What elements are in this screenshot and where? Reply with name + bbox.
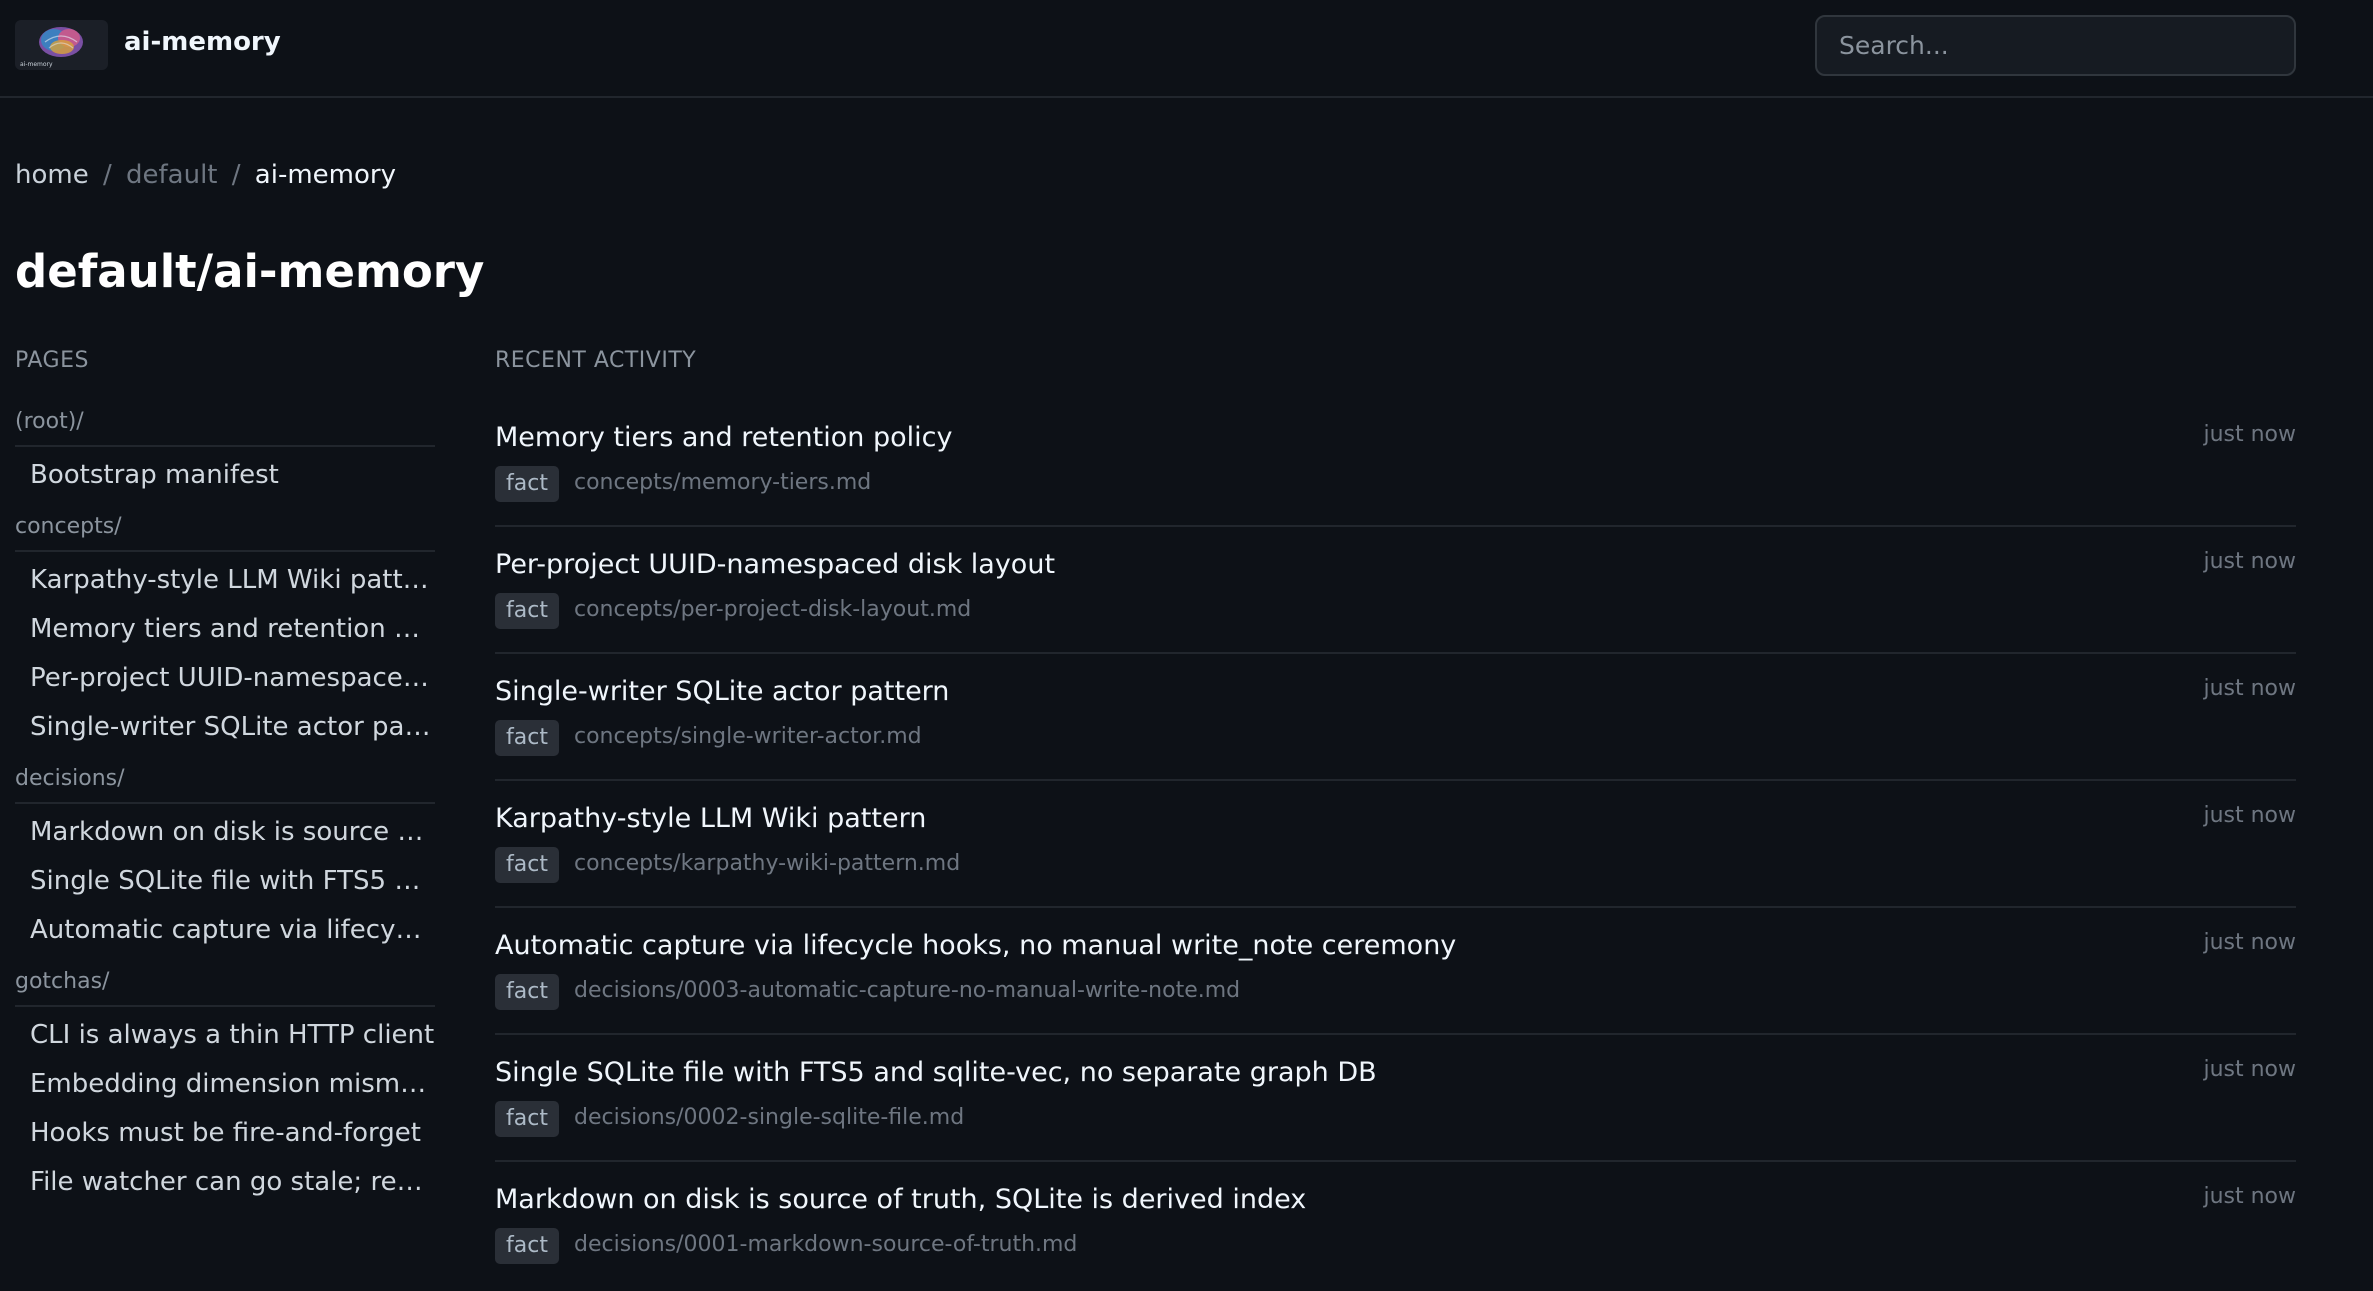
activity-item[interactable]: Markdown on disk is source of truth, SQL… bbox=[495, 1162, 2296, 1289]
activity-timestamp: just now bbox=[2203, 930, 2296, 955]
activity-title[interactable]: Per-project UUID-namespaced disk layout bbox=[495, 549, 1055, 580]
breadcrumb-current: ai-memory bbox=[254, 160, 396, 190]
activity-title[interactable]: Markdown on disk is source of truth, SQL… bbox=[495, 1184, 1306, 1215]
recent-activity-heading: RECENT ACTIVITY bbox=[495, 348, 697, 373]
page-link-file-watcher[interactable]: File watcher can go stale; reconcile bbox=[15, 1158, 435, 1207]
pages-heading: PAGES bbox=[15, 348, 89, 373]
type-badge: fact bbox=[495, 466, 559, 502]
page-link-single-sqlite[interactable]: Single SQLite file with FTS5 and sqlite-… bbox=[15, 857, 435, 906]
top-bar: ai-memory ai-memory bbox=[0, 0, 2373, 98]
page-link-automatic-capture[interactable]: Automatic capture via lifecycle hooks, n… bbox=[15, 906, 435, 955]
pages-sidebar: (root)/ Bootstrap manifest concepts/ Kar… bbox=[15, 395, 435, 1207]
breadcrumb-separator: / bbox=[102, 160, 112, 190]
activity-timestamp: just now bbox=[2203, 422, 2296, 447]
type-badge: fact bbox=[495, 593, 559, 629]
page-link-cli-thin-client[interactable]: CLI is always a thin HTTP client bbox=[15, 1011, 435, 1060]
folder-label-gotchas: gotchas/ bbox=[15, 959, 435, 1007]
activity-item[interactable]: Memory tiers and retention policy fact c… bbox=[495, 400, 2296, 527]
activity-item[interactable]: Karpathy-style LLM Wiki pattern fact con… bbox=[495, 781, 2296, 908]
folder-label-decisions: decisions/ bbox=[15, 756, 435, 804]
activity-title[interactable]: Automatic capture via lifecycle hooks, n… bbox=[495, 930, 1456, 961]
activity-path: concepts/memory-tiers.md bbox=[574, 470, 872, 495]
activity-path: decisions/0003-automatic-capture-no-manu… bbox=[574, 978, 1241, 1003]
page-link-bootstrap-manifest[interactable]: Bootstrap manifest bbox=[15, 451, 435, 500]
recent-activity-list: Memory tiers and retention policy fact c… bbox=[495, 400, 2296, 1289]
activity-timestamp: just now bbox=[2203, 803, 2296, 828]
logo-text: ai-memory bbox=[20, 61, 53, 68]
page-title: default/ai-memory bbox=[15, 245, 485, 298]
breadcrumb: home / default / ai-memory bbox=[15, 160, 396, 190]
activity-title[interactable]: Single-writer SQLite actor pattern bbox=[495, 676, 949, 707]
activity-path: decisions/0002-single-sqlite-file.md bbox=[574, 1105, 965, 1130]
folder-label-root: (root)/ bbox=[15, 399, 435, 447]
type-badge: fact bbox=[495, 1101, 559, 1137]
page-link-karpathy-wiki[interactable]: Karpathy-style LLM Wiki pattern bbox=[15, 556, 435, 605]
page-link-single-writer-actor[interactable]: Single-writer SQLite actor pattern bbox=[15, 703, 435, 752]
page-link-hooks-fire-forget[interactable]: Hooks must be fire-and-forget bbox=[15, 1109, 435, 1158]
activity-item[interactable]: Per-project UUID-namespaced disk layout … bbox=[495, 527, 2296, 654]
activity-title[interactable]: Karpathy-style LLM Wiki pattern bbox=[495, 803, 926, 834]
activity-path: concepts/single-writer-actor.md bbox=[574, 724, 922, 749]
activity-timestamp: just now bbox=[2203, 1057, 2296, 1082]
activity-timestamp: just now bbox=[2203, 1184, 2296, 1209]
activity-item[interactable]: Automatic capture via lifecycle hooks, n… bbox=[495, 908, 2296, 1035]
page-link-per-project-layout[interactable]: Per-project UUID-namespaced disk layout bbox=[15, 654, 435, 703]
breadcrumb-project[interactable]: default bbox=[126, 160, 217, 190]
page-link-markdown-source[interactable]: Markdown on disk is source of truth, SQL… bbox=[15, 808, 435, 857]
folder-label-concepts: concepts/ bbox=[15, 504, 435, 552]
breadcrumb-home[interactable]: home bbox=[15, 160, 89, 190]
breadcrumb-separator: / bbox=[231, 160, 241, 190]
activity-timestamp: just now bbox=[2203, 549, 2296, 574]
activity-path: decisions/0001-markdown-source-of-truth.… bbox=[574, 1232, 1078, 1257]
activity-title[interactable]: Single SQLite file with FTS5 and sqlite-… bbox=[495, 1057, 1377, 1088]
activity-item[interactable]: Single SQLite file with FTS5 and sqlite-… bbox=[495, 1035, 2296, 1162]
activity-path: concepts/karpathy-wiki-pattern.md bbox=[574, 851, 961, 876]
brain-logo-icon[interactable]: ai-memory bbox=[15, 20, 108, 70]
activity-item[interactable]: Single-writer SQLite actor pattern fact … bbox=[495, 654, 2296, 781]
page-link-embedding-mismatch[interactable]: Embedding dimension mismatch bbox=[15, 1060, 435, 1109]
activity-path: concepts/per-project-disk-layout.md bbox=[574, 597, 972, 622]
page-link-memory-tiers[interactable]: Memory tiers and retention policy bbox=[15, 605, 435, 654]
app-name[interactable]: ai-memory bbox=[124, 27, 281, 57]
activity-timestamp: just now bbox=[2203, 676, 2296, 701]
type-badge: fact bbox=[495, 974, 559, 1010]
type-badge: fact bbox=[495, 720, 559, 756]
activity-title[interactable]: Memory tiers and retention policy bbox=[495, 422, 952, 453]
search-input[interactable] bbox=[1815, 15, 2296, 76]
type-badge: fact bbox=[495, 847, 559, 883]
type-badge: fact bbox=[495, 1228, 559, 1264]
